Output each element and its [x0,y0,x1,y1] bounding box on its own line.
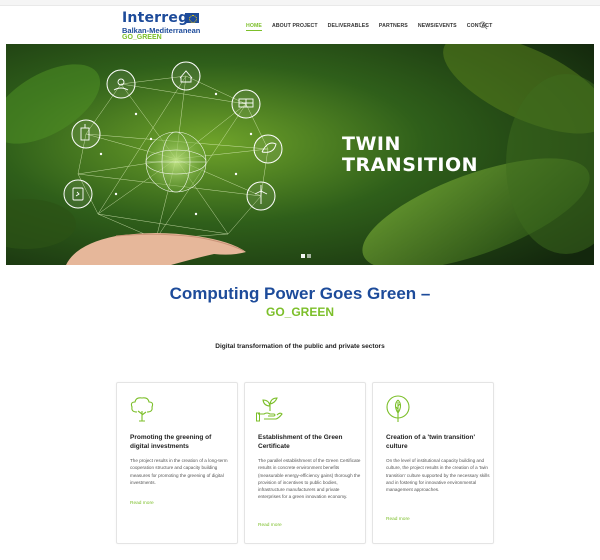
card-body: The project results in the creation of a… [130,458,228,485]
hero-slider: TWIN TRANSITION [6,44,594,265]
slider-dots [301,254,311,258]
tree-icon [130,397,154,422]
hero-title: TWIN TRANSITION [342,134,478,176]
nav-about-project[interactable]: ABOUT PROJECT [272,23,318,31]
tagline: Digital transformation of the public and… [215,343,385,350]
eu-flag-icon [185,13,199,23]
hero-title-line1: TWIN [342,133,401,155]
search-icon[interactable] [479,21,488,30]
feature-card-certificate: Establishment of the Green Certificate T… [244,382,366,544]
page-title: Computing Power Goes Green – [169,284,431,303]
card-body: The parallel establishment of the Green … [258,458,361,500]
read-more-link[interactable]: Read more [386,517,410,522]
plant-in-hand-icon [256,397,283,422]
card-title: Establishment of the Green Certificate [258,434,343,450]
read-more-link[interactable]: Read more [130,501,154,506]
card-title: Promoting the greening of digital invest… [130,434,212,450]
nav-partners[interactable]: PARTNERS [379,23,408,31]
card-title: Creation of a 'twin transition' culture [386,434,476,450]
feature-card-greening: Promoting the greening of digital invest… [116,382,238,544]
nav-home[interactable]: HOME [246,23,262,31]
slider-dot-2[interactable] [307,254,311,258]
nav-deliverables[interactable]: DELIVERABLES [328,23,369,31]
feature-card-twin-transition: Creation of a 'twin transition' culture … [372,382,494,544]
hero-title-line2: TRANSITION [342,154,479,176]
page-subtitle: GO_GREEN [265,305,334,319]
read-more-link[interactable]: Read more [258,523,282,528]
nav-news-events[interactable]: NEWS/EVENTS [418,23,457,31]
card-body: On the level of institutional capacity b… [386,458,490,493]
slider-dot-1[interactable] [301,254,305,258]
main-nav: HOME ABOUT PROJECT DELIVERABLES PARTNERS… [246,23,502,31]
leaf-circle-icon [386,395,410,422]
site-header: Interreg Balkan-Mediterranean GO_GREEN H… [0,6,600,44]
hero-image [6,44,594,265]
logo-project: GO_GREEN [122,34,162,41]
site-logo[interactable]: Interreg Balkan-Mediterranean GO_GREEN [122,10,212,44]
logo-brand: Interreg [122,10,189,26]
